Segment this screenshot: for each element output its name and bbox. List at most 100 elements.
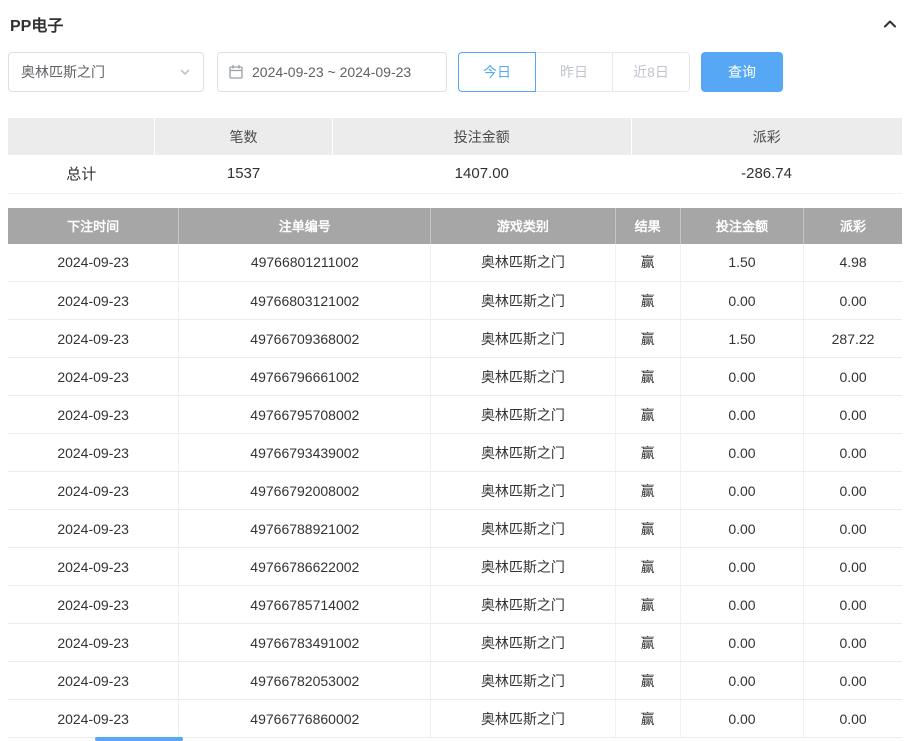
cell-order-id: 49766796661002 <box>179 358 431 396</box>
cell-bet-amount: 0.00 <box>680 472 803 510</box>
cell-game-type: 奥林匹斯之门 <box>431 358 615 396</box>
cell-bet-time: 2024-09-23 <box>8 358 179 396</box>
calendar-icon <box>228 64 244 80</box>
summary-total-row: 总计 1537 1407.00 -286.74 <box>8 155 902 193</box>
table-row: 2024-09-2349766796661002奥林匹斯之门赢0.000.00 <box>8 358 902 396</box>
cell-result: 赢 <box>615 510 680 548</box>
cell-order-id: 49766795708002 <box>179 396 431 434</box>
cell-order-id: 49766783491002 <box>179 624 431 662</box>
cell-order-id: 49766709368002 <box>179 320 431 358</box>
cell-bet-time: 2024-09-23 <box>8 700 179 738</box>
query-button[interactable]: 查询 <box>701 52 783 92</box>
quick-button-last-8-days[interactable]: 近8日 <box>612 52 690 92</box>
column-header-bet-time: 下注时间 <box>8 208 179 244</box>
cell-game-type: 奥林匹斯之门 <box>431 244 615 282</box>
cell-order-id: 49766801211002 <box>179 244 431 282</box>
quick-button-today[interactable]: 今日 <box>458 52 536 92</box>
panel-header: PP电子 <box>8 0 902 36</box>
table-row: 2024-09-2349766792008002奥林匹斯之门赢0.000.00 <box>8 472 902 510</box>
cell-result: 赢 <box>615 434 680 472</box>
cell-result: 赢 <box>615 358 680 396</box>
cell-result: 赢 <box>615 700 680 738</box>
column-header-payout: 派彩 <box>804 208 902 244</box>
cell-payout: 0.00 <box>804 586 902 624</box>
cell-payout: 0.00 <box>804 510 902 548</box>
summary-bet-amount-value: 1407.00 <box>333 155 632 193</box>
collapse-chevron-up-icon[interactable] <box>880 14 900 34</box>
summary-header-bet-amount: 投注金额 <box>333 118 632 155</box>
cell-bet-amount: 0.00 <box>680 662 803 700</box>
table-row: 2024-09-2349766776860002奥林匹斯之门赢0.000.00 <box>8 700 902 738</box>
cell-bet-time: 2024-09-23 <box>8 434 179 472</box>
cell-bet-amount: 0.00 <box>680 624 803 662</box>
cell-payout: 0.00 <box>804 434 902 472</box>
bets-header-row: 下注时间注单编号游戏类别结果投注金额派彩 <box>8 208 902 244</box>
cell-game-type: 奥林匹斯之门 <box>431 472 615 510</box>
cell-result: 赢 <box>615 396 680 434</box>
cell-bet-time: 2024-09-23 <box>8 662 179 700</box>
pp-games-panel: PP电子 奥林匹斯之门 2024-09-23 ~ 2024-09-23 今日昨 <box>0 0 910 741</box>
cell-game-type: 奥林匹斯之门 <box>431 624 615 662</box>
cell-order-id: 49766782053002 <box>179 662 431 700</box>
table-row: 2024-09-2349766785714002奥林匹斯之门赢0.000.00 <box>8 586 902 624</box>
column-header-result: 结果 <box>615 208 680 244</box>
bets-table-body: 2024-09-2349766801211002奥林匹斯之门赢1.504.982… <box>8 244 902 738</box>
cell-order-id: 49766776860002 <box>179 700 431 738</box>
cell-bet-amount: 0.00 <box>680 434 803 472</box>
cell-bet-amount: 0.00 <box>680 548 803 586</box>
cell-result: 赢 <box>615 320 680 358</box>
cell-bet-time: 2024-09-23 <box>8 244 179 282</box>
cell-order-id: 49766803121002 <box>179 282 431 320</box>
cell-bet-amount: 0.00 <box>680 358 803 396</box>
cell-bet-time: 2024-09-23 <box>8 548 179 586</box>
cell-payout: 4.98 <box>804 244 902 282</box>
cell-game-type: 奥林匹斯之门 <box>431 396 615 434</box>
cell-result: 赢 <box>615 282 680 320</box>
cell-game-type: 奥林匹斯之门 <box>431 586 615 624</box>
cell-payout: 0.00 <box>804 700 902 738</box>
cell-order-id: 49766793439002 <box>179 434 431 472</box>
cell-order-id: 49766792008002 <box>179 472 431 510</box>
date-range-input[interactable]: 2024-09-23 ~ 2024-09-23 <box>217 52 447 92</box>
cell-bet-time: 2024-09-23 <box>8 472 179 510</box>
game-select-value: 奥林匹斯之门 <box>21 62 105 82</box>
cell-game-type: 奥林匹斯之门 <box>431 320 615 358</box>
cell-bet-time: 2024-09-23 <box>8 586 179 624</box>
cell-order-id: 49766788921002 <box>179 510 431 548</box>
table-row: 2024-09-2349766801211002奥林匹斯之门赢1.504.98 <box>8 244 902 282</box>
cell-result: 赢 <box>615 244 680 282</box>
game-select[interactable]: 奥林匹斯之门 <box>8 52 204 92</box>
table-row: 2024-09-2349766709368002奥林匹斯之门赢1.50287.2… <box>8 320 902 358</box>
chevron-down-icon <box>179 66 191 78</box>
cell-bet-amount: 0.00 <box>680 282 803 320</box>
cell-bet-amount: 0.00 <box>680 700 803 738</box>
filter-bar: 奥林匹斯之门 2024-09-23 ~ 2024-09-23 今日昨日近8日 查… <box>8 52 902 92</box>
table-row: 2024-09-2349766795708002奥林匹斯之门赢0.000.00 <box>8 396 902 434</box>
column-header-bet-amount: 投注金额 <box>680 208 803 244</box>
column-header-game-type: 游戏类别 <box>431 208 615 244</box>
horizontal-scrollbar-thumb[interactable] <box>95 737 183 741</box>
cell-payout: 0.00 <box>804 624 902 662</box>
cell-bet-time: 2024-09-23 <box>8 510 179 548</box>
cell-game-type: 奥林匹斯之门 <box>431 434 615 472</box>
cell-bet-time: 2024-09-23 <box>8 282 179 320</box>
panel-title: PP电子 <box>10 12 63 36</box>
quick-button-yesterday[interactable]: 昨日 <box>535 52 613 92</box>
cell-payout: 0.00 <box>804 548 902 586</box>
cell-bet-amount: 0.00 <box>680 510 803 548</box>
cell-result: 赢 <box>615 662 680 700</box>
cell-payout: 0.00 <box>804 358 902 396</box>
table-row: 2024-09-2349766793439002奥林匹斯之门赢0.000.00 <box>8 434 902 472</box>
table-row: 2024-09-2349766788921002奥林匹斯之门赢0.000.00 <box>8 510 902 548</box>
cell-bet-time: 2024-09-23 <box>8 624 179 662</box>
cell-result: 赢 <box>615 624 680 662</box>
date-range-value: 2024-09-23 ~ 2024-09-23 <box>252 64 411 80</box>
cell-result: 赢 <box>615 586 680 624</box>
cell-bet-amount: 1.50 <box>680 320 803 358</box>
cell-order-id: 49766785714002 <box>179 586 431 624</box>
cell-game-type: 奥林匹斯之门 <box>431 700 615 738</box>
quick-date-button-group: 今日昨日近8日 <box>458 52 690 92</box>
cell-result: 赢 <box>615 548 680 586</box>
table-row: 2024-09-2349766803121002奥林匹斯之门赢0.000.00 <box>8 282 902 320</box>
cell-order-id: 49766786622002 <box>179 548 431 586</box>
